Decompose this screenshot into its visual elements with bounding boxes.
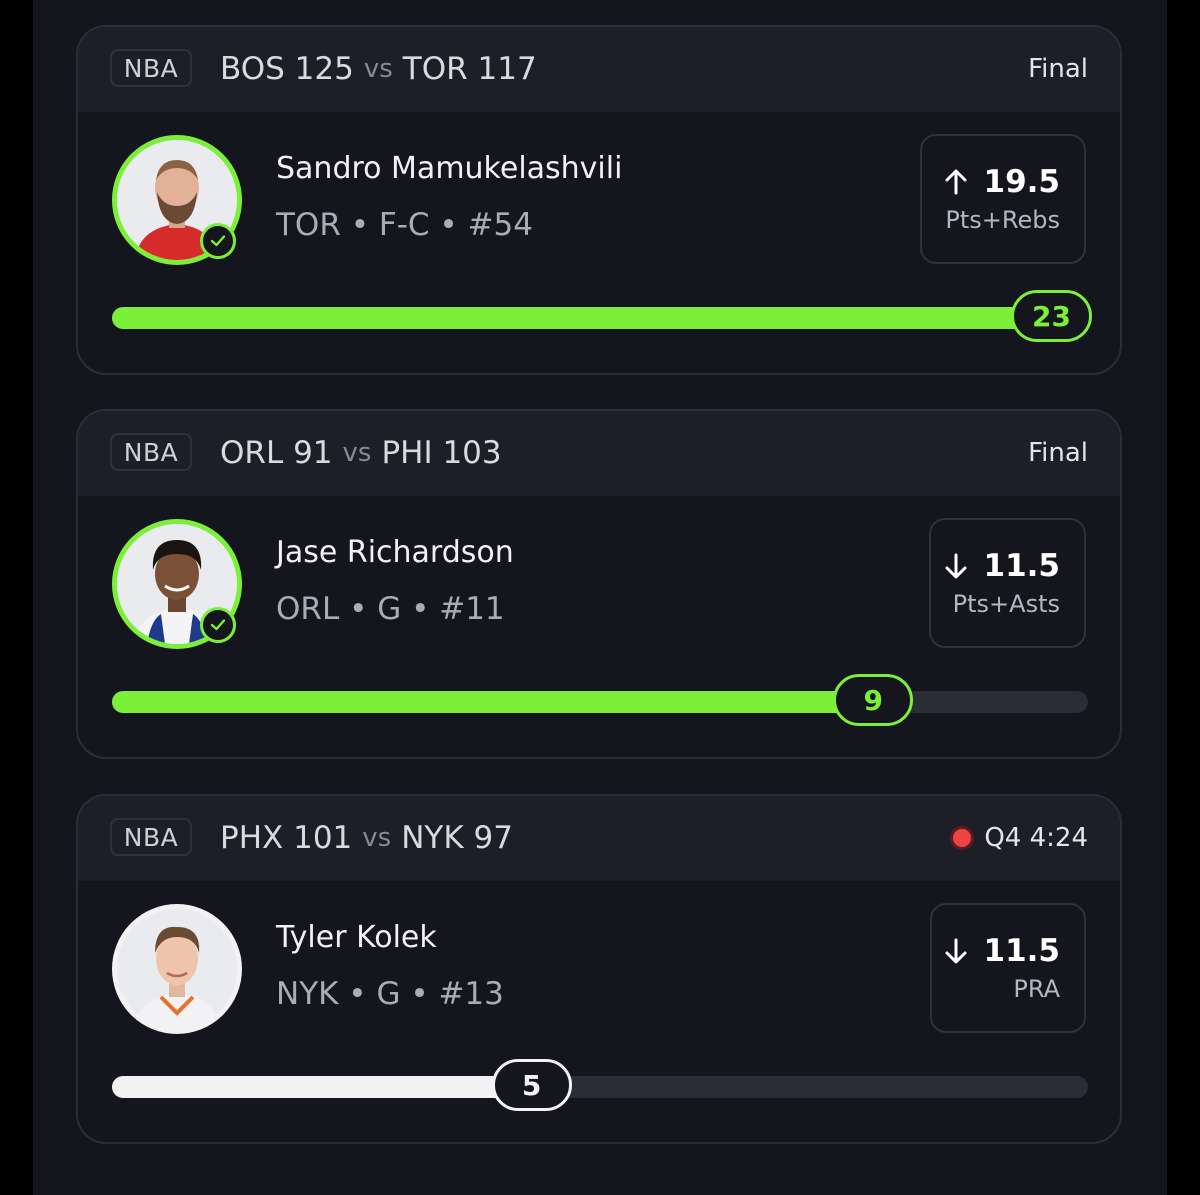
game-status: Q4 4:24 [950,816,1088,860]
player-name: Tyler Kolek [276,920,437,955]
vs-label: vs [363,54,393,84]
progress-track: 23 [112,290,1092,342]
prop-card[interactable]: NBA ORL 91 vs PHI 103 Final Jase Richard… [76,409,1122,759]
prop-line: 11.5 Pts+Asts [929,518,1086,648]
home-team-score: NYK 97 [401,820,513,856]
game-status: Final [1028,47,1088,91]
check-icon [200,223,236,259]
progress-fill [112,307,1088,329]
game-header: NBA BOS 125 vs TOR 117 Final [78,27,1120,112]
progress-track: 9 [112,674,1088,726]
away-team-score: ORL 91 [220,435,333,471]
line-value: 11.5 [983,548,1061,584]
stat-type: PRA [1013,975,1060,1003]
home-team-score: TOR 117 [402,51,537,87]
progress-value-pill: 23 [1011,290,1092,342]
status-text: Final [1028,438,1088,468]
player-avatar [112,904,242,1034]
player-meta: ORL • G • #11 [276,591,505,627]
stat-type: Pts+Asts [952,590,1060,618]
player-name: Sandro Mamukelashvili [276,151,623,186]
away-team-score: BOS 125 [220,51,354,87]
player-meta: TOR • F-C • #54 [276,207,533,243]
player-name: Jase Richardson [276,535,514,570]
down-arrow-icon [945,938,966,964]
progress-value-pill: 9 [833,674,914,726]
line-value: 11.5 [983,933,1061,969]
status-text: Q4 4:24 [984,823,1088,853]
progress-value-pill: 5 [491,1059,572,1111]
up-arrow-icon [945,169,966,195]
prop-line: 19.5 Pts+Rebs [920,134,1086,264]
prop-card[interactable]: NBA PHX 101 vs NYK 97 Q4 4:24 Tyler Kole… [76,794,1122,1144]
progress-fill [112,1076,532,1098]
progress-track: 5 [112,1059,1088,1111]
game-status: Final [1028,431,1088,475]
league-badge: NBA [110,49,192,87]
down-arrow-icon [945,553,966,579]
prop-line: 11.5 PRA [930,903,1086,1033]
prop-card[interactable]: NBA BOS 125 vs TOR 117 Final Sandro Mamu… [76,25,1122,375]
league-badge: NBA [110,818,192,856]
check-icon [200,607,236,643]
player-meta: NYK • G • #13 [276,976,504,1012]
vs-label: vs [342,438,372,468]
progress-fill [112,691,874,713]
home-team-score: PHI 103 [381,435,502,471]
matchup: PHX 101 vs NYK 97 [220,816,513,860]
vs-label: vs [362,823,392,853]
league-badge: NBA [110,433,192,471]
game-header: NBA PHX 101 vs NYK 97 Q4 4:24 [78,796,1120,881]
away-team-score: PHX 101 [220,820,353,856]
stat-type: Pts+Rebs [945,206,1060,234]
status-text: Final [1028,54,1088,84]
live-indicator-icon [950,826,975,850]
game-header: NBA ORL 91 vs PHI 103 Final [78,411,1120,496]
matchup: BOS 125 vs TOR 117 [220,47,537,91]
line-value: 19.5 [983,164,1061,200]
matchup: ORL 91 vs PHI 103 [220,431,502,475]
